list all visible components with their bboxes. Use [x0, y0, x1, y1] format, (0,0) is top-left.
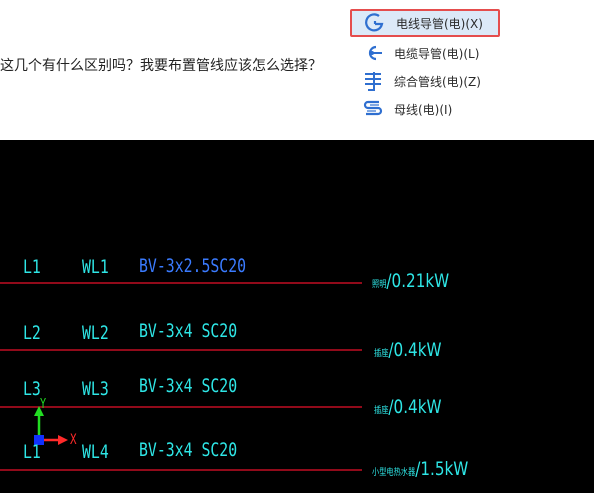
load-type: 插座	[374, 349, 389, 359]
cable-spec-label[interactable]: BV-3x2.5SC20	[139, 255, 246, 277]
menu-item-wire-conduit[interactable]: 电线导管(电)(X)	[350, 9, 500, 37]
cable-spec-label[interactable]: BV-3x4 SC20	[139, 439, 237, 461]
cable-conduit-icon	[368, 45, 382, 61]
busbar-icon	[363, 100, 383, 116]
load-type: 插座	[374, 406, 389, 416]
phase-label[interactable]: L3	[23, 378, 41, 400]
cad-drawing-canvas[interactable]: Y X L1 WL1 BV-3x2.5SC20 照明/0.21kW L2 WL2…	[0, 140, 594, 493]
load-type: 小型电热水器	[372, 468, 416, 478]
load-annotation[interactable]: 插座/0.4kW	[374, 396, 442, 422]
menu-item-busbar[interactable]: 母线(电)(I)	[350, 95, 500, 123]
ucs-y-label: Y	[40, 397, 47, 412]
phase-label[interactable]: L1	[23, 256, 41, 278]
cable-spec-label[interactable]: BV-3x4 SC20	[139, 320, 237, 342]
load-annotation[interactable]: 照明/0.21kW	[372, 270, 449, 296]
menu-item-label: 电线导管(电)(X)	[396, 16, 483, 31]
ucs-x-label: X	[70, 432, 77, 448]
circuit-label[interactable]: WL4	[82, 441, 109, 463]
circuit-label[interactable]: WL3	[82, 378, 109, 400]
phase-label[interactable]: L1	[23, 441, 41, 463]
question-text: 这几个有什么区别吗？我要布置管线应该怎么选择？	[0, 58, 322, 74]
integrated-pipeline-icon	[365, 72, 381, 91]
circuit-label[interactable]: WL2	[82, 322, 109, 344]
menu-item-label: 母线(电)(I)	[394, 102, 453, 117]
load-value: /1.5kW	[415, 458, 469, 480]
conduit-hook-icon	[365, 13, 384, 32]
cable-spec-label[interactable]: BV-3x4 SC20	[139, 375, 237, 397]
menu-item-label: 电缆导管(电)(L)	[394, 46, 480, 61]
load-value: /0.4kW	[388, 339, 442, 361]
load-annotation[interactable]: 小型电热水器/1.5kW	[372, 458, 468, 484]
load-annotation[interactable]: 插座/0.4kW	[374, 339, 442, 365]
menu-item-integrated-pipeline[interactable]: 综合管线(电)(Z)	[350, 67, 500, 95]
load-type: 照明	[372, 280, 387, 290]
load-value: /0.21kW	[386, 270, 450, 292]
menu-item-label: 综合管线(电)(Z)	[394, 74, 481, 89]
menu-item-cable-conduit[interactable]: 电缆导管(电)(L)	[350, 39, 500, 67]
phase-label[interactable]: L2	[23, 322, 41, 344]
load-value: /0.4kW	[388, 396, 442, 418]
circuit-label[interactable]: WL1	[82, 256, 109, 278]
